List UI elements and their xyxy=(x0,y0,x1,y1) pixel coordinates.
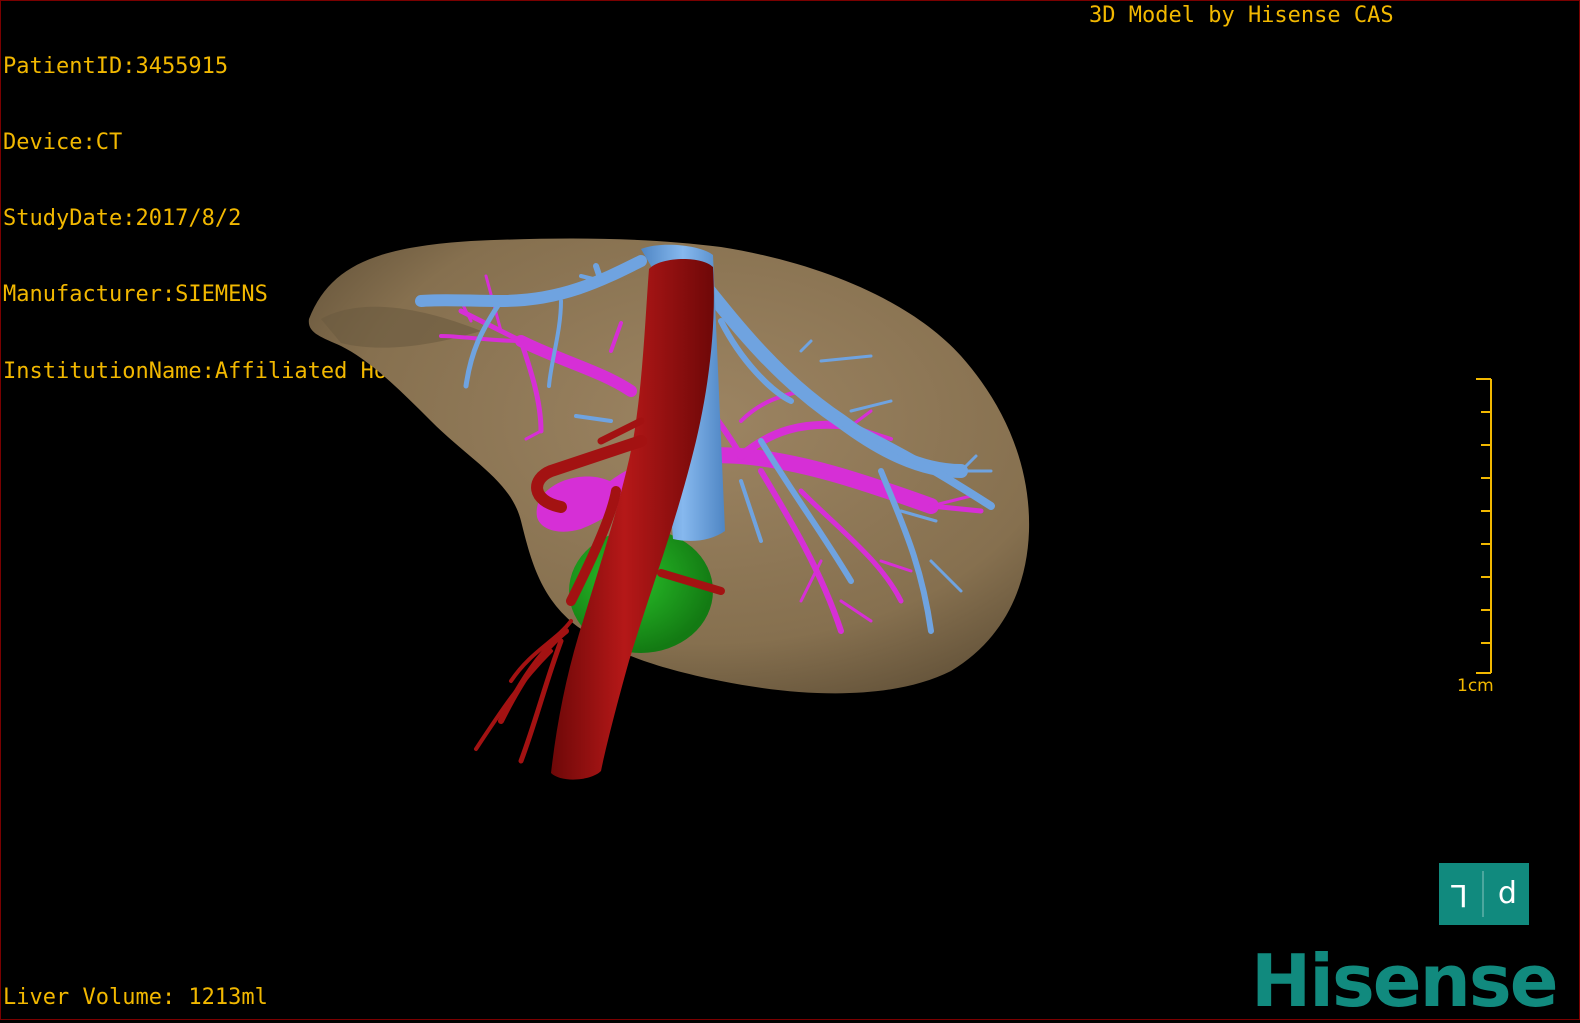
orientation-divider xyxy=(1481,871,1484,917)
orientation-right-glyph: d xyxy=(1497,876,1517,911)
hisense-logo: Hisense xyxy=(1251,939,1559,1023)
3d-viewport[interactable]: PatientID:3455915 Device:CT StudyDate:20… xyxy=(0,0,1580,1020)
scale-bar-label: 1cm xyxy=(1457,676,1494,696)
orientation-left-glyph: L xyxy=(1451,877,1468,912)
orientation-toggle-button[interactable]: L d xyxy=(1439,863,1529,925)
liver-3d-model[interactable] xyxy=(1,1,1579,1019)
scale-bar xyxy=(1476,378,1492,674)
liver-volume-text: Liver Volume: 1213ml xyxy=(3,985,268,1010)
